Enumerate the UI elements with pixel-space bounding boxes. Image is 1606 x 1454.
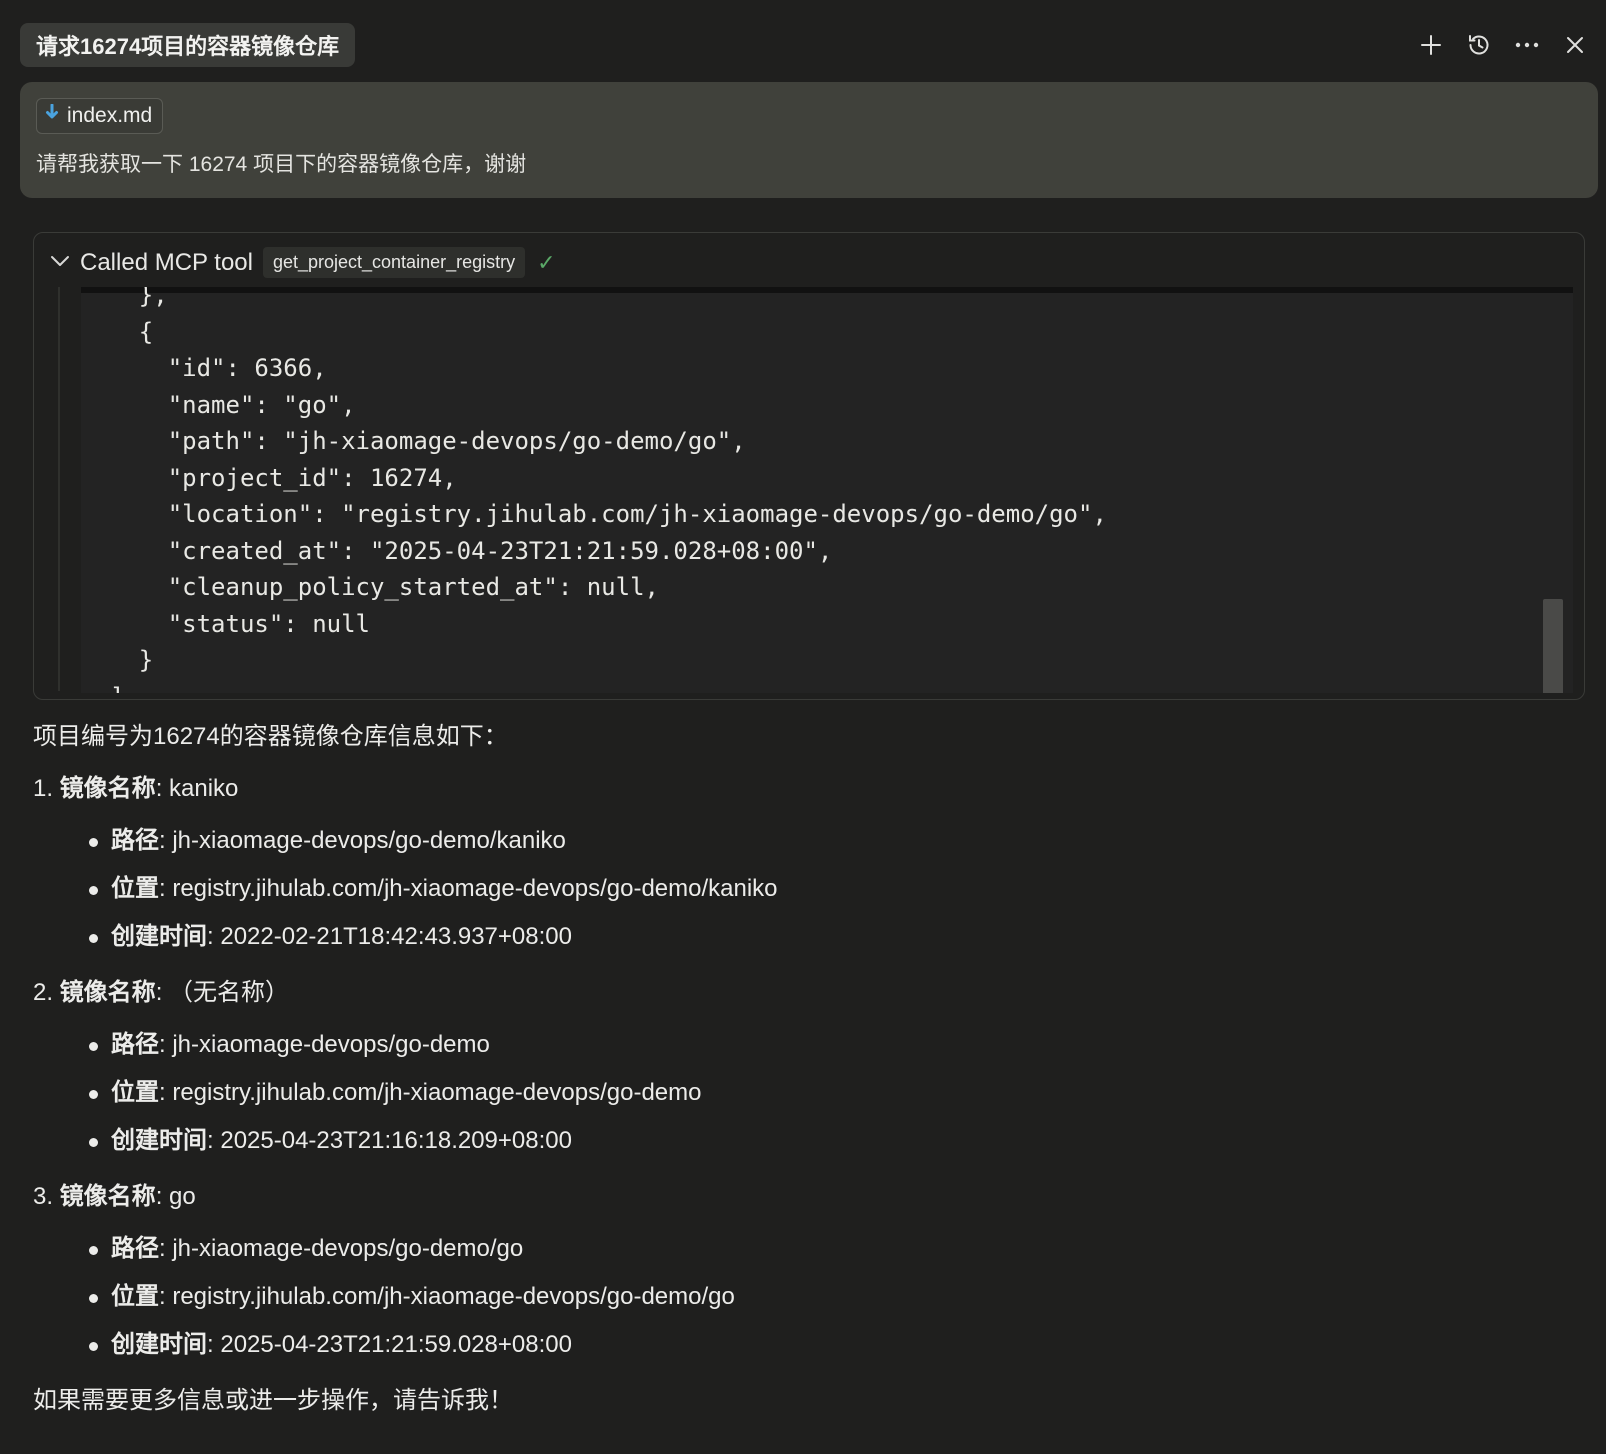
tool-call-panel: Called MCP tool get_project_container_re… xyxy=(33,232,1585,700)
location-value: registry.jihulab.com/jh-xiaomage-devops/… xyxy=(172,875,778,902)
name-label: 镜像名称 xyxy=(59,1183,156,1210)
path-value: jh-xiaomage-devops/go-demo xyxy=(172,1031,490,1058)
tool-name-badge: get_project_container_registry xyxy=(262,247,526,278)
created-label: 创建时间 xyxy=(111,923,207,950)
user-message: index.md 请帮我获取一下 16274 项目下的容器镜像仓库，谢谢 xyxy=(20,82,1598,198)
detail-location: 位置: registry.jihulab.com/jh-xiaomage-dev… xyxy=(33,874,1573,922)
detail-path: 路径: jh-xiaomage-devops/go-demo xyxy=(33,1030,1573,1078)
registry-item-details: 路径: jh-xiaomage-devops/go-demo/kaniko 位置… xyxy=(33,826,1573,970)
registry-item-heading: 3. 镜像名称: go xyxy=(33,1183,196,1210)
item-name: （无名称） xyxy=(169,979,290,1006)
created-label: 创建时间 xyxy=(111,1331,207,1358)
registry-item-details: 路径: jh-xiaomage-devops/go-demo/go 位置: re… xyxy=(33,1234,1573,1378)
close-icon[interactable] xyxy=(1558,24,1592,66)
path-label: 路径 xyxy=(111,1031,159,1058)
item-name: kaniko xyxy=(169,775,239,802)
registry-item: 1. 镜像名称: kaniko 路径: jh-xiaomage-devops/g… xyxy=(33,774,1573,970)
name-label: 镜像名称 xyxy=(59,775,156,802)
detail-path: 路径: jh-xiaomage-devops/go-demo/go xyxy=(33,1234,1573,1282)
location-label: 位置 xyxy=(111,1283,159,1310)
chat-title[interactable]: 请求16274项目的容器镜像仓库 xyxy=(20,23,356,67)
detail-location: 位置: registry.jihulab.com/jh-xiaomage-dev… xyxy=(33,1078,1573,1126)
more-icon[interactable] xyxy=(1510,24,1544,66)
answer-intro: 项目编号为16274的容器镜像仓库信息如下： xyxy=(33,723,508,750)
path-value: jh-xiaomage-devops/go-demo/go xyxy=(172,1235,524,1262)
item-index: 3. xyxy=(33,1183,54,1210)
location-label: 位置 xyxy=(111,1079,159,1106)
header-actions xyxy=(1414,24,1592,66)
created-value: 2022-02-21T18:42:43.937+08:00 xyxy=(220,923,572,950)
detail-created: 创建时间: 2025-04-23T21:16:18.209+08:00 xyxy=(33,1126,1573,1174)
registry-item: 3. 镜像名称: go 路径: jh-xiaomage-devops/go-de… xyxy=(33,1182,1573,1378)
chevron-down-icon[interactable] xyxy=(50,254,70,272)
location-value: registry.jihulab.com/jh-xiaomage-devops/… xyxy=(172,1283,735,1310)
tool-call-label: Called MCP tool xyxy=(80,248,253,276)
chat-title-text: 请求16274项目的容器镜像仓库 xyxy=(36,34,340,59)
tool-output-code[interactable]: }, { "id": 6366, "name": "go", "path": "… xyxy=(81,287,1573,693)
item-index: 2. xyxy=(33,979,54,1006)
registry-item-heading: 1. 镜像名称: kaniko xyxy=(33,775,239,802)
location-value: registry.jihulab.com/jh-xiaomage-devops/… xyxy=(172,1079,702,1106)
success-check-icon: ✓ xyxy=(537,249,556,275)
location-label: 位置 xyxy=(111,875,159,902)
registry-item-details: 路径: jh-xiaomage-devops/go-demo 位置: regis… xyxy=(33,1030,1573,1174)
name-label: 镜像名称 xyxy=(59,979,156,1006)
created-value: 2025-04-23T21:16:18.209+08:00 xyxy=(220,1127,572,1154)
user-message-text: 请帮我获取一下 16274 项目下的容器镜像仓库，谢谢 xyxy=(36,153,527,176)
tool-output-text: }, { "id": 6366, "name": "go", "path": "… xyxy=(110,287,1107,693)
created-value: 2025-04-23T21:21:59.028+08:00 xyxy=(220,1331,572,1358)
assistant-answer: 项目编号为16274的容器镜像仓库信息如下： 1. 镜像名称: kaniko 路… xyxy=(33,722,1573,1416)
path-label: 路径 xyxy=(111,1235,159,1262)
registry-item-heading: 2. 镜像名称: （无名称） xyxy=(33,979,290,1006)
detail-path: 路径: jh-xiaomage-devops/go-demo/kaniko xyxy=(33,826,1573,874)
new-chat-icon[interactable] xyxy=(1414,24,1448,66)
item-index: 1. xyxy=(33,775,54,802)
attached-file-chip[interactable]: index.md xyxy=(36,98,164,134)
created-label: 创建时间 xyxy=(111,1127,207,1154)
answer-outro: 如果需要更多信息或进一步操作，请告诉我！ xyxy=(33,1387,513,1414)
path-value: jh-xiaomage-devops/go-demo/kaniko xyxy=(172,827,566,854)
registry-item: 2. 镜像名称: （无名称） 路径: jh-xiaomage-devops/go… xyxy=(33,978,1573,1174)
detail-created: 创建时间: 2025-04-23T21:21:59.028+08:00 xyxy=(33,1330,1573,1378)
code-scrollbar-thumb[interactable] xyxy=(1543,599,1563,693)
path-label: 路径 xyxy=(111,827,159,854)
tool-output-rail xyxy=(58,287,60,691)
history-icon[interactable] xyxy=(1462,24,1496,66)
detail-location: 位置: registry.jihulab.com/jh-xiaomage-dev… xyxy=(33,1282,1573,1330)
markdown-file-icon xyxy=(45,103,59,128)
detail-created: 创建时间: 2022-02-21T18:42:43.937+08:00 xyxy=(33,922,1573,970)
item-name: go xyxy=(169,1183,196,1210)
tool-call-header[interactable]: Called MCP tool get_project_container_re… xyxy=(50,247,556,278)
attached-file-name: index.md xyxy=(67,104,153,127)
